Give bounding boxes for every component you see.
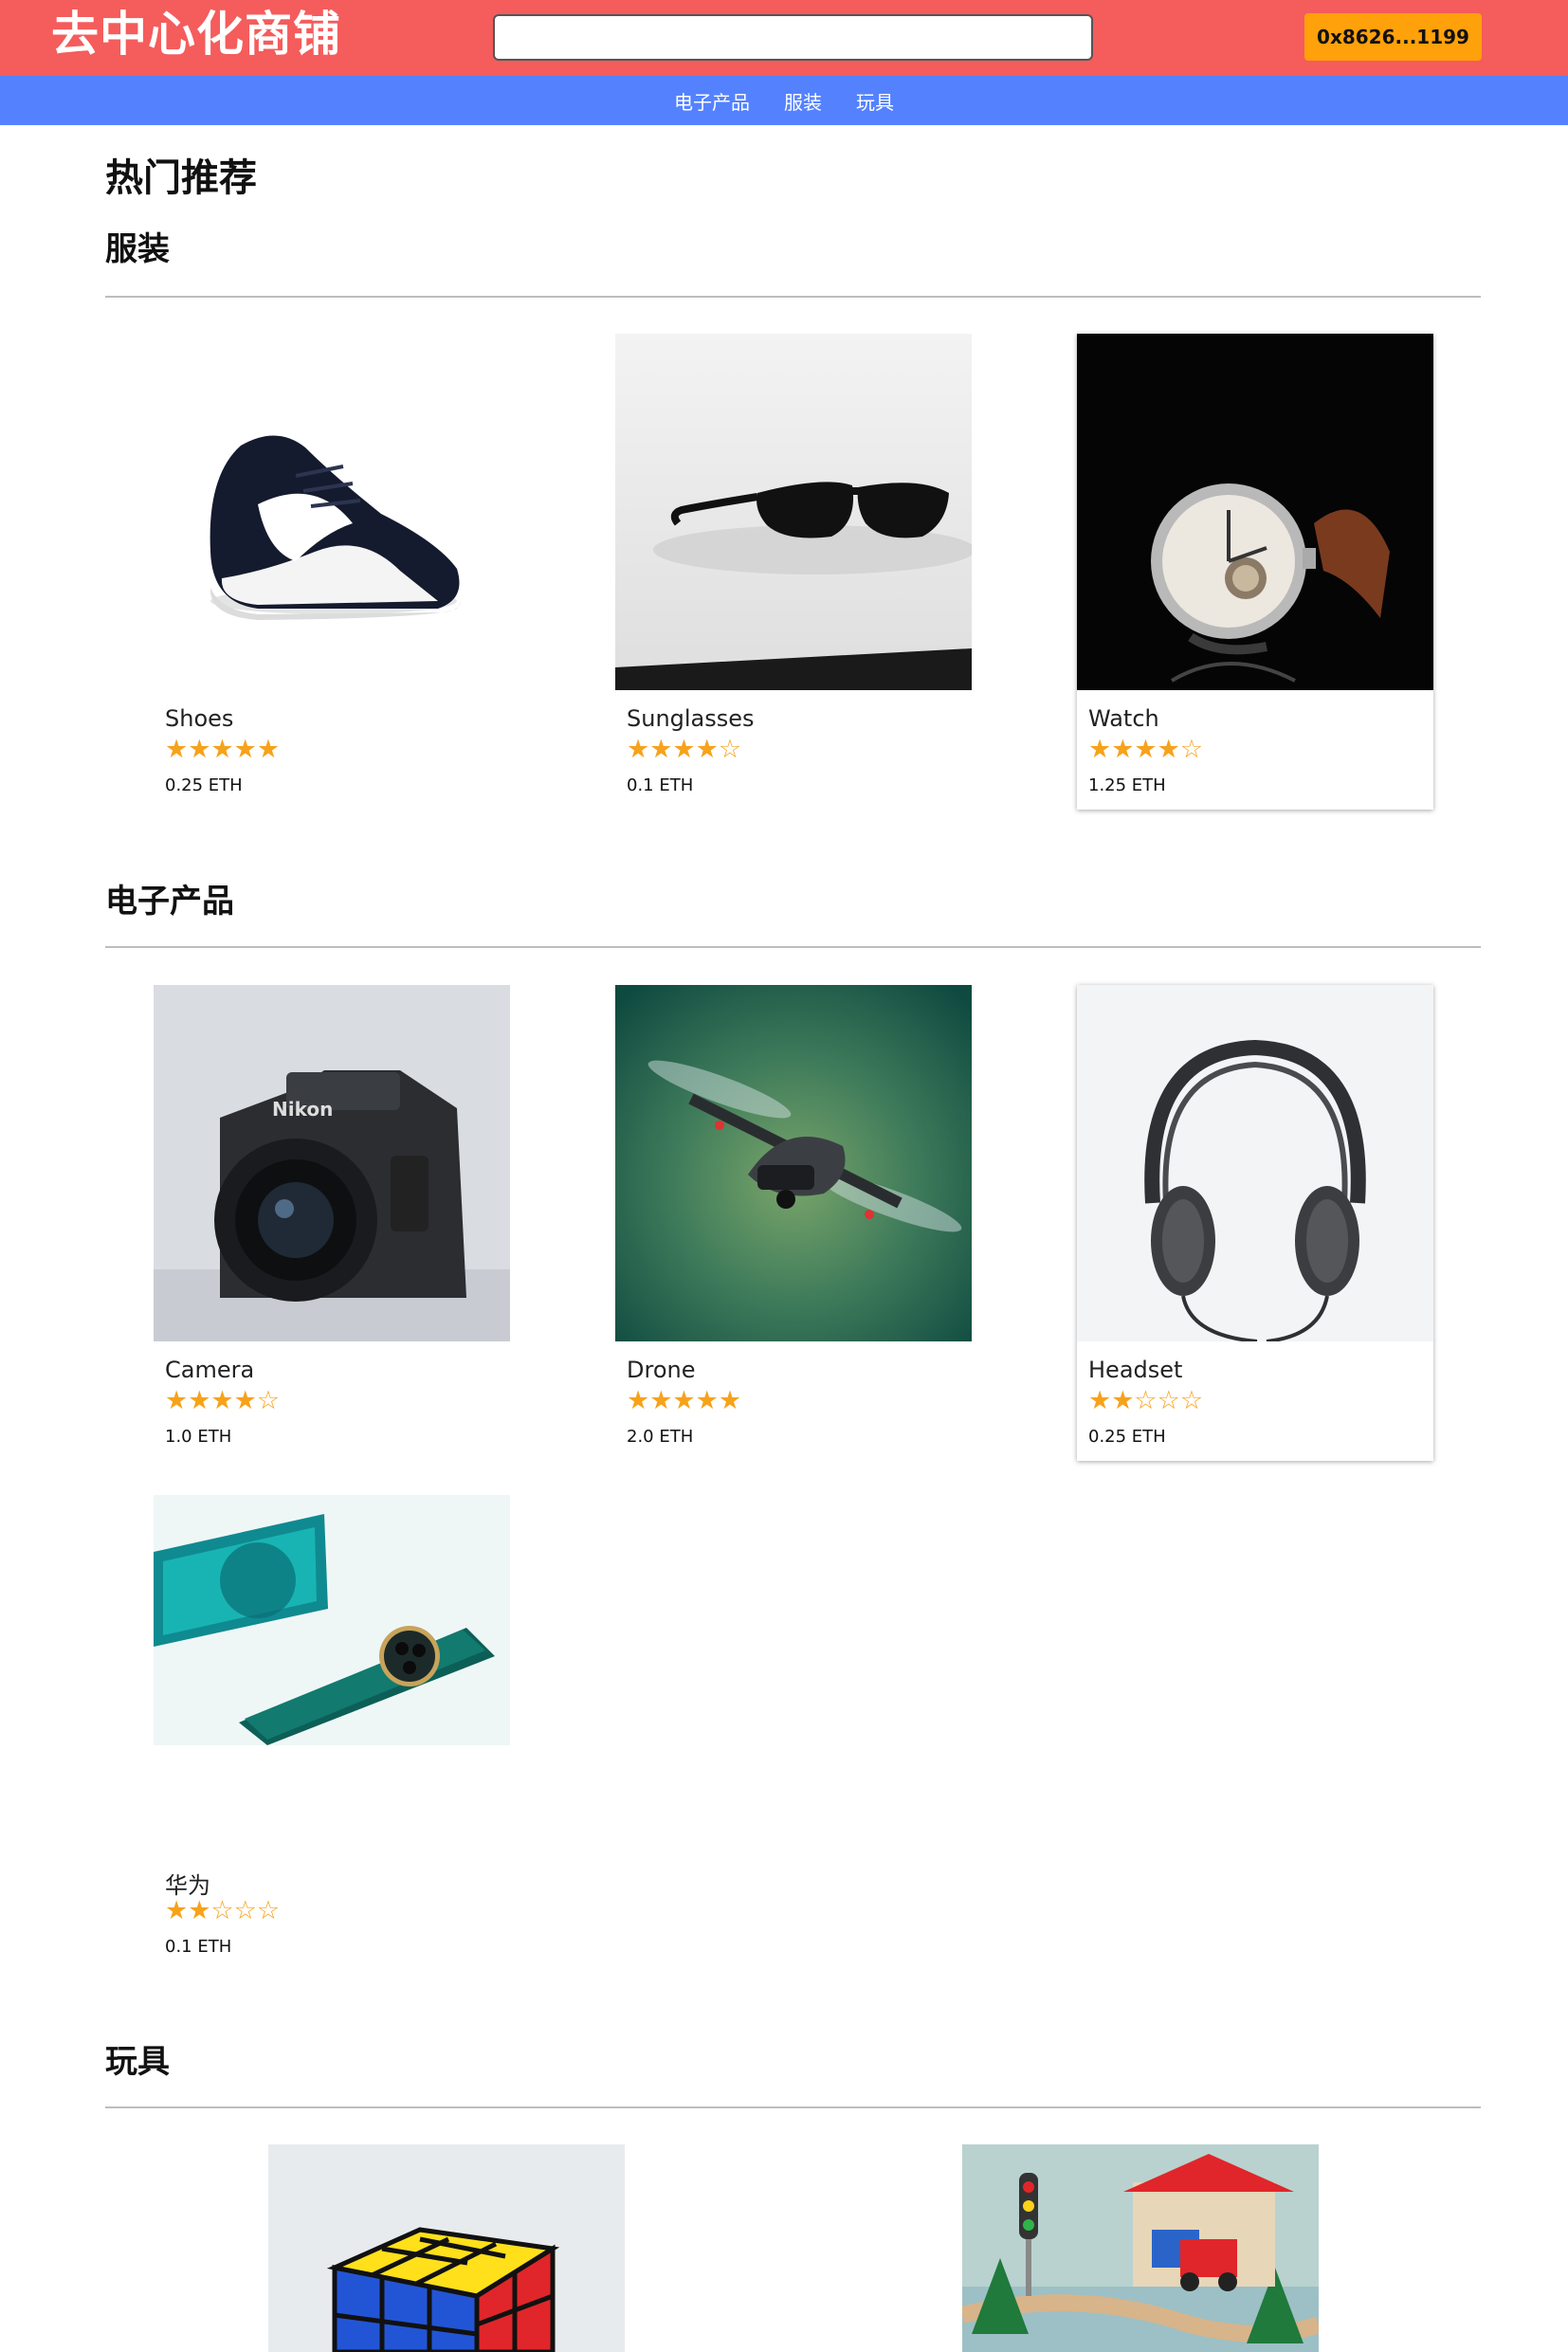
page-title: 热门推荐 xyxy=(105,156,257,200)
product-price: 0.1 ETH xyxy=(165,1937,232,1957)
rating-stars: ★★★★☆ xyxy=(165,1386,281,1415)
search-input[interactable] xyxy=(493,14,1093,61)
rating-stars: ★★☆☆☆ xyxy=(165,1896,281,1925)
drone-image xyxy=(615,985,972,1341)
wallet-connect-button[interactable]: 0x8626...1199 xyxy=(1304,13,1482,61)
category-nav: 电子产品 服装 玩具 xyxy=(0,76,1568,125)
toy-train-station-image[interactable] xyxy=(962,2144,1319,2352)
product-price: 0.1 ETH xyxy=(627,775,694,795)
site-logo[interactable]: 去中心化商铺 xyxy=(51,4,341,64)
rating-stars: ★★★★★ xyxy=(165,735,281,764)
product-card[interactable]: Headset ★★☆☆☆ 0.25 ETH xyxy=(1077,985,1433,1461)
shoe-image xyxy=(154,334,510,690)
product-card[interactable]: Shoes ★★★★★ 0.25 ETH xyxy=(154,334,510,810)
section-divider xyxy=(105,946,1481,948)
product-card[interactable]: Nikon Camera ★★★★☆ 1.0 ETH xyxy=(154,985,510,1461)
product-card[interactable]: Watch ★★★★☆ 1.25 ETH xyxy=(1077,334,1433,810)
product-price: 0.25 ETH xyxy=(1088,1427,1166,1447)
product-name: Camera xyxy=(165,1357,255,1383)
section-title-electronics: 电子产品 xyxy=(105,883,234,921)
product-price: 0.25 ETH xyxy=(165,775,243,795)
sunglasses-image xyxy=(615,334,972,690)
section-title-toys: 玩具 xyxy=(105,2043,170,2081)
section-divider xyxy=(105,2106,1481,2108)
product-name: 华为 xyxy=(165,1872,210,1899)
watch-image xyxy=(1077,334,1433,690)
nav-item-electronics[interactable]: 电子产品 xyxy=(674,87,750,115)
product-card[interactable]: Sunglasses ★★★★☆ 0.1 ETH xyxy=(615,334,972,810)
rating-stars: ★★☆☆☆ xyxy=(1088,1386,1204,1415)
product-price: 1.25 ETH xyxy=(1088,775,1166,795)
section-title-clothing: 服装 xyxy=(105,230,170,268)
top-bar: 去中心化商铺 0x8626...1199 xyxy=(0,0,1568,76)
headset-image xyxy=(1077,985,1433,1341)
phone-image xyxy=(154,1495,510,1745)
camera-image: Nikon xyxy=(154,985,510,1341)
product-name: Drone xyxy=(627,1357,696,1383)
rating-stars: ★★★★☆ xyxy=(627,735,742,764)
rubiks-cube-image[interactable] xyxy=(268,2144,625,2352)
svg-text:Nikon: Nikon xyxy=(272,1098,333,1121)
rating-stars: ★★★★☆ xyxy=(1088,735,1204,764)
rating-stars: ★★★★★ xyxy=(627,1386,742,1415)
product-name: Sunglasses xyxy=(627,705,755,732)
product-card[interactable]: 华为 ★★☆☆☆ 0.1 ETH xyxy=(154,1495,510,1971)
product-price: 2.0 ETH xyxy=(627,1427,694,1447)
product-name: Headset xyxy=(1088,1357,1183,1383)
product-card[interactable]: Drone ★★★★★ 2.0 ETH xyxy=(615,985,972,1461)
product-price: 1.0 ETH xyxy=(165,1427,232,1447)
section-divider xyxy=(105,296,1481,298)
product-name: Shoes xyxy=(165,705,234,732)
nav-item-toys[interactable]: 玩具 xyxy=(856,87,894,115)
product-name: Watch xyxy=(1088,705,1159,732)
nav-item-clothing[interactable]: 服装 xyxy=(784,87,822,115)
